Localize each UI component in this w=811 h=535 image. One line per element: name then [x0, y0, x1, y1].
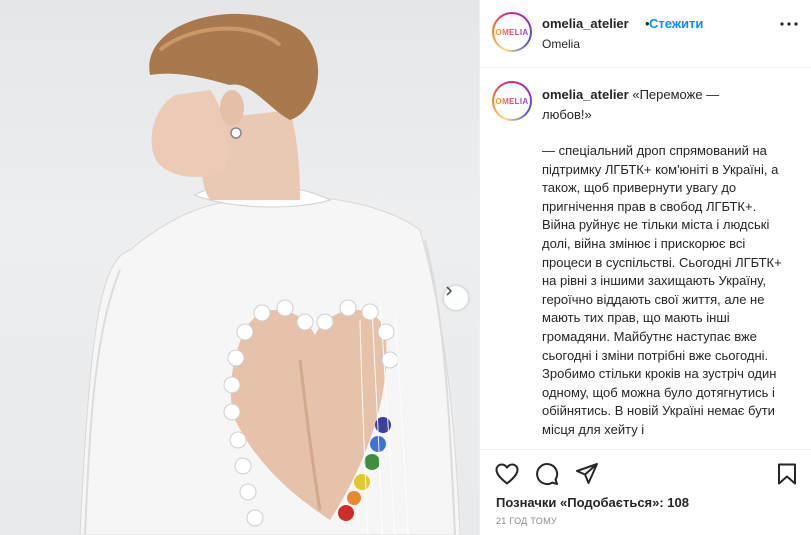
- author-username[interactable]: omelia_atelier: [542, 16, 629, 31]
- follow-button[interactable]: Стежити: [649, 16, 703, 31]
- send-icon: [576, 463, 598, 484]
- avatar[interactable]: OMELIA: [492, 12, 532, 52]
- save-button[interactable]: [774, 461, 800, 487]
- bookmark-icon: [778, 463, 796, 485]
- author-subtitle[interactable]: Omelia: [542, 37, 580, 51]
- action-bar: [480, 455, 811, 491]
- post-header: OMELIA omelia_atelier • Стежити Omelia: [480, 0, 811, 68]
- heart-icon: [495, 463, 519, 485]
- post-sidebar: OMELIA omelia_atelier • Стежити Omelia O…: [479, 0, 811, 535]
- post-photo-illustration: [79, 13, 461, 535]
- caption-text: — спеціальний дроп спрямований на підтри…: [542, 143, 782, 437]
- avatar-logo: OMELIA: [495, 96, 529, 106]
- share-button[interactable]: [574, 461, 600, 487]
- comment-icon: [536, 463, 559, 486]
- caption-heading: omelia_atelier «Переможе — любов!»: [542, 85, 772, 125]
- avatar-logo: OMELIA: [495, 27, 529, 37]
- post-photo[interactable]: [0, 0, 479, 535]
- chevron-right-icon: [446, 286, 453, 296]
- caption-username[interactable]: omelia_atelier: [542, 87, 629, 102]
- caption-avatar[interactable]: OMELIA: [492, 81, 532, 121]
- caption-section: OMELIA omelia_atelier «Переможе — любов!…: [480, 69, 811, 450]
- comment-button[interactable]: [534, 461, 560, 487]
- post-timestamp[interactable]: 21 ГОД ТОМУ: [496, 516, 557, 526]
- next-image-button[interactable]: [444, 286, 468, 310]
- more-options-icon[interactable]: [780, 22, 798, 26]
- likes-count[interactable]: Позначки «Подобається»: 108: [496, 495, 689, 510]
- like-button[interactable]: [494, 461, 520, 487]
